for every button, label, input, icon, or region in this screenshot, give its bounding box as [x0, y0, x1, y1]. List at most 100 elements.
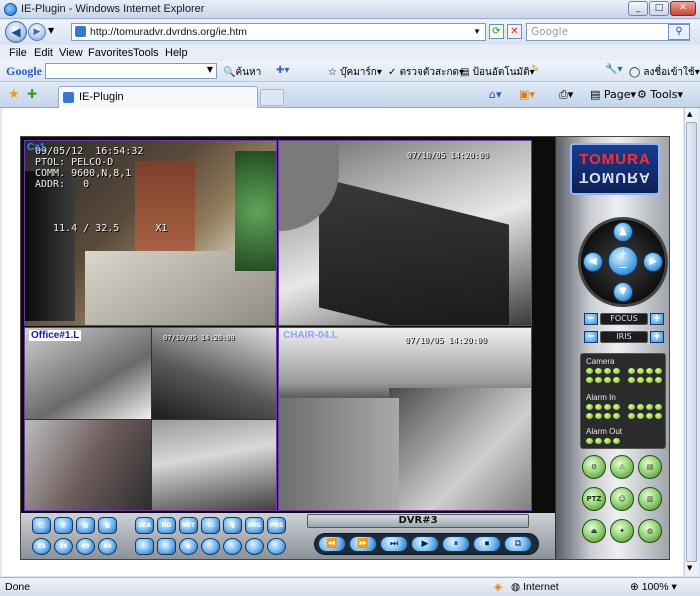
search-input[interactable]: Google: [526, 23, 690, 41]
signin-link[interactable]: ◯ ลงชื่อเข้าใช้▾: [629, 65, 700, 80]
camera-view-3[interactable]: 07/10/05 14:20:00 Office#1.L: [24, 327, 277, 511]
copy-button[interactable]: ⧉: [504, 536, 532, 552]
blank-button-3[interactable]: [245, 538, 264, 555]
pause-button[interactable]: ⏸: [442, 536, 470, 552]
status-led: [628, 377, 635, 383]
camera-view-4[interactable]: 07/10/05 14:20:00 CHAIR-04.L: [278, 327, 532, 511]
page-menu[interactable]: ▤ Page▾: [590, 88, 636, 101]
backup-button[interactable]: ▥: [638, 487, 662, 511]
focus-plus-button[interactable]: +: [650, 313, 664, 325]
google-search-input[interactable]: ▼: [45, 63, 217, 79]
sel-64-button[interactable]: 64: [98, 538, 117, 555]
alarm-button[interactable]: ⚠: [610, 455, 634, 479]
monitor-button[interactable]: ▭: [157, 538, 176, 555]
internet-zone[interactable]: ◍ Internet: [511, 581, 559, 593]
record-settings-button[interactable]: ⚙: [582, 455, 606, 479]
rewind-button[interactable]: ⏪: [318, 536, 346, 552]
menu-view[interactable]: View: [59, 47, 83, 59]
iris-plus-button[interactable]: +: [650, 331, 664, 343]
headphone-icon[interactable]: ☊: [201, 517, 220, 534]
fast-forward-button[interactable]: ⏩: [349, 536, 377, 552]
control-panel: TOMURA TOMURA ▲ ▼ ◀ ▶ + − − FOCUS + − IRI…: [555, 137, 669, 559]
blank-button-2[interactable]: [223, 538, 242, 555]
stop-button[interactable]: ⏹: [473, 536, 501, 552]
favorites-star-icon[interactable]: ★: [8, 87, 20, 102]
search-icon[interactable]: ⚲: [668, 24, 690, 40]
settings-wrench-icon[interactable]: 🔧▾: [605, 64, 622, 75]
google-search-button[interactable]: 🔍ค้นหา: [223, 65, 261, 80]
maximize-button[interactable]: □: [649, 1, 669, 16]
forward-button[interactable]: ▶: [28, 23, 46, 41]
refresh-icon[interactable]: ⟳: [489, 24, 504, 39]
close-button[interactable]: ✕: [670, 1, 696, 16]
vertical-scrollbar[interactable]: ▲ ▼: [684, 108, 698, 576]
zoom-control[interactable]: ⊕ 100% ▾: [630, 581, 677, 593]
ptz-left-button[interactable]: ◀: [583, 252, 603, 272]
menu-edit[interactable]: Edit: [34, 47, 53, 59]
home-icon[interactable]: ⌂▾: [489, 88, 502, 101]
ptz-down-button[interactable]: ▼: [613, 282, 633, 302]
menu-help[interactable]: Help: [165, 47, 188, 59]
hdd-button[interactable]: HD: [157, 517, 176, 534]
config-button[interactable]: ▭: [135, 538, 154, 555]
back-button[interactable]: ◀: [5, 21, 27, 43]
blank-button-4[interactable]: [267, 538, 286, 555]
address-dropdown-icon[interactable]: ▼: [473, 24, 481, 40]
search-record-button[interactable]: SEA: [135, 517, 154, 534]
microphone-icon[interactable]: 🎙: [223, 517, 242, 534]
ptz-right-button[interactable]: ▶: [643, 252, 663, 272]
status-led: [604, 368, 611, 374]
scroll-down-icon[interactable]: ▼: [687, 564, 692, 572]
new-tab-button[interactable]: [260, 89, 284, 106]
bookmarks-button[interactable]: ☆ บุ๊คมาร์ก▾: [328, 65, 382, 80]
camera-view-2[interactable]: 07/10/05 14:20:00: [278, 140, 532, 326]
sel-25-button[interactable]: 25: [32, 538, 51, 555]
address-field[interactable]: http://tomuradvr.dvrdns.org/ie.htm ▼: [71, 23, 486, 41]
print-icon[interactable]: ⎙▾: [559, 88, 573, 102]
menu-file[interactable]: File: [9, 47, 27, 59]
audio-icon[interactable]: ◉: [179, 538, 198, 555]
focus-minus-button[interactable]: −: [584, 313, 598, 325]
menu-tools[interactable]: Tools: [133, 47, 159, 59]
pos-button[interactable]: POS: [267, 517, 286, 534]
scroll-thumb[interactable]: [686, 122, 697, 562]
network-button[interactable]: NET: [179, 517, 198, 534]
add-favorites-icon[interactable]: ✚: [27, 87, 37, 101]
scroll-up-icon[interactable]: ▲: [687, 110, 692, 118]
tab-ie-plugin[interactable]: IE-Plugin: [58, 86, 258, 108]
layout-9-button[interactable]: ▦: [76, 517, 95, 534]
snapshot-button[interactable]: IMG: [245, 517, 264, 534]
sel-49-button[interactable]: 49: [76, 538, 95, 555]
tab-bar: ★ ✚ IE-Plugin ⌂▾ ▣▾ ⎙▾ ▤ Page▾ ⚙ Tools▾: [0, 83, 700, 108]
blank-button-1[interactable]: [201, 538, 220, 555]
history-dropdown-icon[interactable]: ▼: [48, 26, 54, 35]
camera-view-1[interactable]: 09/05/12 16:54:32 PTOL: PELCO-D COMM. 96…: [24, 140, 277, 326]
autofill-button[interactable]: ▤ ป้อนอัตโนมัติ▾: [460, 65, 535, 80]
exit-button[interactable]: ⏏: [582, 519, 606, 543]
feeds-icon[interactable]: ▣▾: [519, 88, 535, 101]
next-button[interactable]: ⏭: [380, 536, 408, 552]
sel-36-button[interactable]: 36: [54, 538, 73, 555]
status-bar: Done ◈ ◍ Internet ⊕ 100% ▾: [0, 577, 700, 596]
zoom-center-button[interactable]: + −: [608, 246, 638, 276]
menu-favorites[interactable]: Favorites: [88, 47, 133, 59]
iris-minus-button[interactable]: −: [584, 331, 598, 343]
highlight-icon[interactable]: ✎: [531, 64, 539, 75]
camera-leds-label: Camera: [586, 357, 615, 366]
layout-16-button[interactable]: ▦: [98, 517, 117, 534]
ptz-up-button[interactable]: ▲: [613, 222, 633, 242]
setup-button[interactable]: ✦: [610, 519, 634, 543]
layout-1-button[interactable]: ▢: [32, 517, 51, 534]
globe-button[interactable]: ◍: [638, 519, 662, 543]
minimize-button[interactable]: _: [628, 1, 648, 16]
play-button[interactable]: ▶: [411, 536, 439, 552]
url-text: http://tomuradvr.dvrdns.org/ie.htm: [90, 26, 247, 38]
stop-icon[interactable]: ✕: [507, 24, 522, 39]
ptz-button[interactable]: PTZ: [582, 487, 606, 511]
tools-menu[interactable]: ⚙ Tools▾: [637, 88, 683, 101]
user-button[interactable]: ☺: [610, 487, 634, 511]
layout-4-button[interactable]: ⊞: [54, 517, 73, 534]
log-button[interactable]: ▤: [638, 455, 662, 479]
google-plus-icon[interactable]: ✚▾: [276, 65, 289, 76]
spellcheck-button[interactable]: ✓ ตรวจตัวสะกด▾: [388, 65, 464, 80]
